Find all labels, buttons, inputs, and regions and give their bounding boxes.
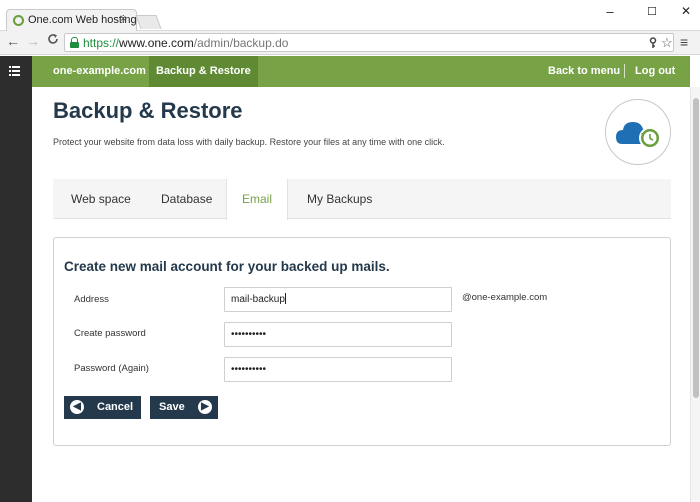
maximize-button[interactable]: ☐ <box>642 5 662 18</box>
cancel-label: Cancel <box>97 401 134 413</box>
back-button[interactable]: ← <box>4 33 22 49</box>
tab-database[interactable]: Database <box>161 179 212 219</box>
backup-restore-badge <box>605 99 671 165</box>
form-title: Create new mail account for your backed … <box>64 259 390 274</box>
save-label: Save <box>159 401 185 413</box>
address-value: mail-backup <box>231 294 285 305</box>
minimize-button[interactable]: – <box>600 4 620 19</box>
close-window-button[interactable]: ✕ <box>676 4 696 18</box>
create-password-field[interactable]: •••••••••• <box>224 322 452 347</box>
password-again-label: Password (Again) <box>74 363 149 374</box>
cancel-button[interactable]: ◀ Cancel <box>64 396 141 419</box>
sidebar <box>0 56 32 502</box>
onecom-favicon-icon <box>13 15 24 26</box>
address-field[interactable]: mail-backup <box>224 287 452 312</box>
scrollbar-thumb[interactable] <box>693 98 699 398</box>
page-scrollbar[interactable] <box>690 87 700 502</box>
arrow-right-circle-icon: ▶ <box>198 400 212 414</box>
save-button[interactable]: Save ▶ <box>150 396 218 419</box>
arrow-left-circle-icon: ◀ <box>70 400 84 414</box>
page-title: Backup & Restore <box>53 98 243 123</box>
address-bar[interactable]: https://www.one.com/admin/backup.do ☆ <box>64 33 674 52</box>
tab-my-backups[interactable]: My Backups <box>307 179 372 219</box>
logout-link[interactable]: Log out <box>635 65 675 77</box>
url-text: https://www.one.com/admin/backup.do <box>83 36 289 50</box>
address-domain-suffix: @one-example.com <box>462 292 548 303</box>
password-again-field[interactable]: •••••••••• <box>224 357 452 382</box>
tab-close-icon[interactable]: × <box>120 13 126 25</box>
reload-icon <box>48 34 58 44</box>
topbar-divider <box>624 64 625 78</box>
back-to-menu-link[interactable]: Back to menu <box>548 65 620 77</box>
site-name-link[interactable]: one-example.com <box>53 65 146 77</box>
key-icon[interactable] <box>648 37 658 52</box>
list-menu-icon[interactable] <box>9 65 20 79</box>
address-label: Address <box>74 294 109 305</box>
page-description: Protect your website from data loss with… <box>53 137 445 147</box>
browser-titlebar: One.com Web hosting - × – ☐ ✕ <box>0 0 700 32</box>
star-icon[interactable]: ☆ <box>661 35 673 51</box>
browser-toolbar: ← → https://www.one.com/admin/backup.do … <box>0 31 700 55</box>
app-topbar: one-example.com Backup & Restore Back to… <box>32 56 690 87</box>
browser-tab[interactable]: One.com Web hosting - × <box>6 9 143 32</box>
backup-tabs: Web space Database Email My Backups <box>53 179 671 220</box>
tab-web-space[interactable]: Web space <box>71 179 131 219</box>
text-caret <box>284 293 286 304</box>
forward-button[interactable]: → <box>24 33 42 49</box>
menu-icon[interactable]: ≡ <box>680 34 688 50</box>
active-section-tab[interactable]: Backup & Restore <box>149 56 258 87</box>
mail-account-form: Create new mail account for your backed … <box>53 237 671 446</box>
lock-icon <box>70 37 79 48</box>
new-tab-button[interactable] <box>135 15 162 29</box>
create-password-label: Create password <box>74 328 146 339</box>
reload-button[interactable] <box>44 33 62 48</box>
tab-email[interactable]: Email <box>226 179 288 220</box>
cloud-restore-icon <box>616 122 661 149</box>
